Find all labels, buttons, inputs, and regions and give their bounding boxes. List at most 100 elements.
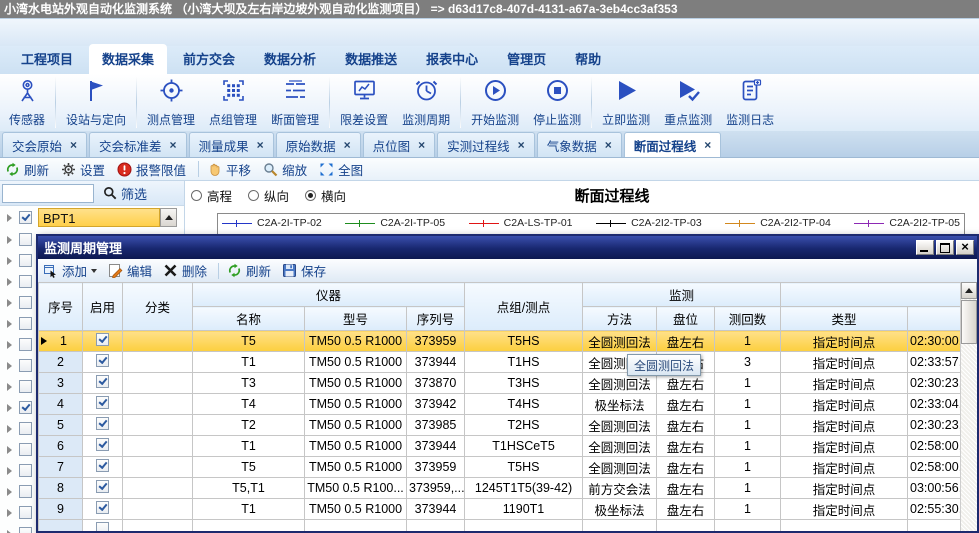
cell-enable[interactable] [82,414,123,436]
cell-category[interactable] [122,330,193,352]
cell-rounds[interactable]: 1 [714,435,782,457]
scroll-up-button[interactable] [160,208,177,227]
cell-model[interactable]: TM50 0.5 R1000 [304,498,407,520]
enable-checkbox[interactable] [96,417,109,430]
tree-expand-icon[interactable] [7,277,12,286]
tree-checkbox[interactable] [19,422,32,435]
column-header-seq[interactable]: 序号 [38,282,83,331]
cell-name[interactable]: T4 [192,393,305,415]
cell-enable[interactable] [82,477,123,499]
menu-item-数据推送[interactable]: 数据推送 [332,44,410,74]
cell-serial[interactable]: 373944 [405,351,466,373]
toolbar-button-监测周期[interactable]: 监测周期 [395,74,457,131]
dropdown-caret-icon[interactable] [91,268,98,273]
cell-empty[interactable] [780,519,909,531]
cell-seq[interactable]: 4 [38,393,83,415]
tree-checkbox[interactable] [19,296,32,309]
vertical-scrollbar[interactable] [960,282,977,531]
tab-交会原始[interactable]: 交会原始 × [2,132,88,157]
dialog-toolbar-button-删除[interactable]: 删除 [163,261,207,280]
cell-rounds[interactable]: 1 [714,456,782,478]
cell-serial[interactable]: 373944 [405,498,466,520]
cell-serial[interactable]: 373870 [405,372,466,394]
column-header-time[interactable] [907,306,963,331]
menu-item-工程项目[interactable]: 工程项目 [8,44,86,74]
column-header-method[interactable]: 方法 [582,306,658,331]
cell-point[interactable]: 1190T1 [464,498,584,520]
cell-face[interactable]: 盘左右 [656,456,716,478]
tree-expand-icon[interactable] [7,466,12,475]
dialog-toolbar-button-编辑[interactable]: 编辑 [108,261,152,280]
enable-checkbox[interactable] [96,375,109,388]
cell-method[interactable]: 全圆测回法 [582,456,658,478]
cell-model[interactable]: TM50 0.5 R1000 [304,393,407,415]
toolbar-button-开始监测[interactable]: 开始监测 [464,74,526,131]
enable-checkbox[interactable] [96,459,109,472]
tree-expand-icon[interactable] [7,213,12,222]
tree-checkbox[interactable] [19,317,32,330]
column-header-rounds[interactable]: 测回数 [714,306,782,331]
cell-category[interactable] [122,393,193,415]
group-header-instrument[interactable]: 仪器 [191,282,466,307]
tree-checkbox[interactable] [19,359,32,372]
cell-name[interactable]: T2 [192,414,305,436]
cell-name[interactable]: T5,T1 [192,477,305,499]
tab-close-icon[interactable]: × [257,139,264,151]
cell-serial[interactable]: 373959 [405,456,466,478]
cell-enable[interactable] [82,393,123,415]
enable-checkbox[interactable] [96,522,109,531]
cell-model[interactable]: TM50 0.5 R1000 [304,414,407,436]
scrollbar-up-button[interactable] [961,282,977,299]
tab-气象数据[interactable]: 气象数据 × [536,132,622,157]
toolbar-button-传感器[interactable]: 传感器 [2,74,52,131]
cell-rounds[interactable]: 1 [714,477,782,499]
cell-enable[interactable] [82,456,123,478]
cell-rounds[interactable]: 1 [714,393,782,415]
cell-category[interactable] [122,351,193,373]
dialog-toolbar-button-保存[interactable]: 保存 [282,261,326,280]
cell-type[interactable]: 指定时间点 [780,498,909,520]
cell-time[interactable]: 02:30:23,05:30:2 [907,414,963,436]
toolbar-button-立即监测[interactable]: 立即监测 [595,74,657,131]
toolbar-button-断面管理[interactable]: 断面管理 [264,74,326,131]
tab-断面过程线[interactable]: 断面过程线 × [623,132,722,157]
table-row[interactable]: 8 T5,T1 TM50 0.5 R100... 373959,... 1245T1T5… [38,477,963,499]
cell-point[interactable]: T1HSCeT5 [464,435,584,457]
column-header-name[interactable]: 名称 [192,306,305,331]
tree-checkbox[interactable] [19,527,32,533]
enable-checkbox[interactable] [96,501,109,514]
cell-model[interactable]: TM50 0.5 R1000 [304,351,407,373]
cell-name[interactable]: T1 [192,351,305,373]
tree-expand-icon[interactable] [7,235,12,244]
table-row[interactable]: 3 T3 TM50 0.5 R1000 373870 T3HS 全圆测回法 盘左右 1 指定时间… [38,372,963,394]
cell-point[interactable]: T5HS [464,330,584,352]
cell-name[interactable]: T1 [192,435,305,457]
column-header-category[interactable]: 分类 [122,282,193,331]
cell-serial[interactable]: 373959,... [405,477,466,499]
tree-expand-icon[interactable] [7,340,12,349]
tree-checkbox[interactable] [19,443,32,456]
filter-input[interactable] [2,183,94,203]
dialog-toolbar-button-添加[interactable]: 添加 [43,261,98,280]
column-header-model[interactable]: 型号 [304,306,407,331]
tab-close-icon[interactable]: × [418,139,425,151]
cell-rounds[interactable]: 1 [714,414,782,436]
column-header-serial[interactable]: 序列号 [405,306,466,331]
cell-face[interactable]: 盘左右 [656,477,716,499]
tree-checkbox[interactable] [19,464,32,477]
cell-model[interactable]: TM50 0.5 R100... [304,477,407,499]
cell-name[interactable]: T5 [192,456,305,478]
cell-type[interactable]: 指定时间点 [780,435,909,457]
cell-type[interactable]: 指定时间点 [780,414,909,436]
cell-name[interactable]: T5 [192,330,305,352]
cell-point[interactable]: 1245T1T5(39-42) [464,477,584,499]
table-row-partial[interactable] [38,519,963,531]
toolbar-button-重点监测[interactable]: 重点监测 [657,74,719,131]
cell-model[interactable]: TM50 0.5 R1000 [304,372,407,394]
cell-seq[interactable]: 3 [38,372,83,394]
tree-expand-icon[interactable] [7,319,12,328]
tree-expand-icon[interactable] [7,508,12,517]
cell-category[interactable] [122,498,193,520]
cell-seq[interactable]: 9 [38,498,83,520]
cell-seq[interactable]: 8 [38,477,83,499]
